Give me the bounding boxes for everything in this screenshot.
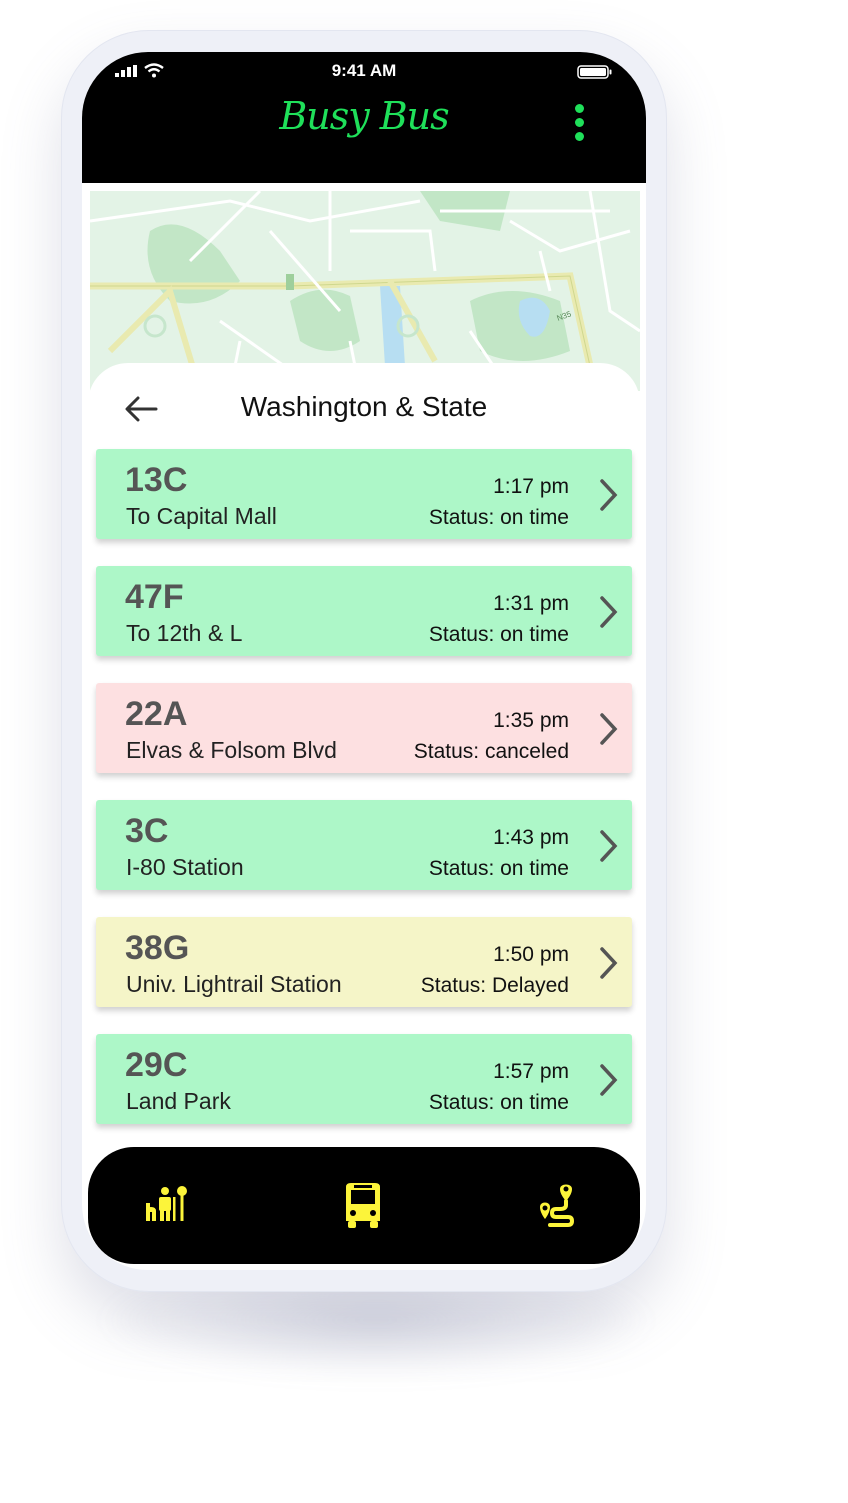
- bus-stop-icon[interactable]: [142, 1181, 192, 1231]
- chevron-right-icon[interactable]: [598, 828, 620, 864]
- route-destination: To 12th & L: [126, 620, 243, 646]
- chevron-right-icon[interactable]: [598, 711, 620, 747]
- arrival-time: 1:43 pm: [493, 826, 569, 849]
- bus-card-3c[interactable]: 3C I-80 Station 1:43 pm Status: on time: [96, 800, 632, 890]
- status-time: 9:41 AM: [331, 61, 397, 80]
- bus-status: Status: Delayed: [420, 974, 569, 997]
- arrival-time: 1:57 pm: [493, 1060, 569, 1083]
- stop-title: Washington & State: [240, 391, 488, 422]
- chevron-right-icon[interactable]: [598, 594, 620, 630]
- bus-card-29c[interactable]: 29C Land Park 1:57 pm Status: on time: [96, 1034, 632, 1124]
- map-view[interactable]: N35: [90, 191, 640, 391]
- chevron-right-icon[interactable]: [598, 945, 620, 981]
- bus-card-38g[interactable]: 38G Univ. Lightrail Station 1:50 pm Stat…: [96, 917, 632, 1007]
- route-number: 22A: [125, 695, 188, 733]
- arrival-time: 1:17 pm: [493, 475, 569, 498]
- bottom-nav: [88, 1147, 640, 1264]
- bus-card-47f[interactable]: 47F To 12th & L 1:31 pm Status: on time: [96, 566, 632, 656]
- more-menu-icon[interactable]: [572, 104, 586, 144]
- route-destination: I-80 Station: [126, 854, 244, 880]
- arrival-time: 1:50 pm: [493, 943, 569, 966]
- bus-status: Status: on time: [428, 857, 569, 880]
- route-number: 13C: [125, 461, 188, 499]
- bus-status: Status: canceled: [413, 740, 569, 763]
- route-number: 38G: [125, 929, 190, 967]
- route-icon[interactable]: [528, 1181, 578, 1231]
- battery-icon: [577, 65, 612, 79]
- route-number: 47F: [125, 578, 184, 616]
- stop-header: Washington & State: [88, 363, 640, 453]
- bus-card-22a[interactable]: 22A Elvas & Folsom Blvd 1:35 pm Status: …: [96, 683, 632, 773]
- route-destination: Univ. Lightrail Station: [126, 971, 342, 997]
- route-number: 3C: [125, 812, 169, 850]
- phone-screen: 9:41 AM Busy Bus N35 Washington & State …: [82, 52, 646, 1270]
- bus-icon[interactable]: [338, 1181, 388, 1231]
- bus-status: Status: on time: [428, 623, 569, 646]
- app-title: Busy Bus: [279, 94, 449, 138]
- app-header: 9:41 AM Busy Bus: [82, 52, 646, 183]
- chevron-right-icon[interactable]: [598, 1062, 620, 1098]
- chevron-right-icon[interactable]: [598, 477, 620, 513]
- route-destination: Elvas & Folsom Blvd: [126, 737, 337, 763]
- route-destination: To Capital Mall: [126, 503, 277, 529]
- bus-card-13c[interactable]: 13C To Capital Mall 1:17 pm Status: on t…: [96, 449, 632, 539]
- map-graphic: N35: [90, 191, 640, 391]
- bus-status: Status: on time: [428, 506, 569, 529]
- arrival-time: 1:31 pm: [493, 592, 569, 615]
- bus-list: 13C To Capital Mall 1:17 pm Status: on t…: [96, 449, 632, 1151]
- route-destination: Land Park: [126, 1088, 231, 1114]
- arrival-time: 1:35 pm: [493, 709, 569, 732]
- bus-status: Status: on time: [428, 1091, 569, 1114]
- route-number: 29C: [125, 1046, 188, 1084]
